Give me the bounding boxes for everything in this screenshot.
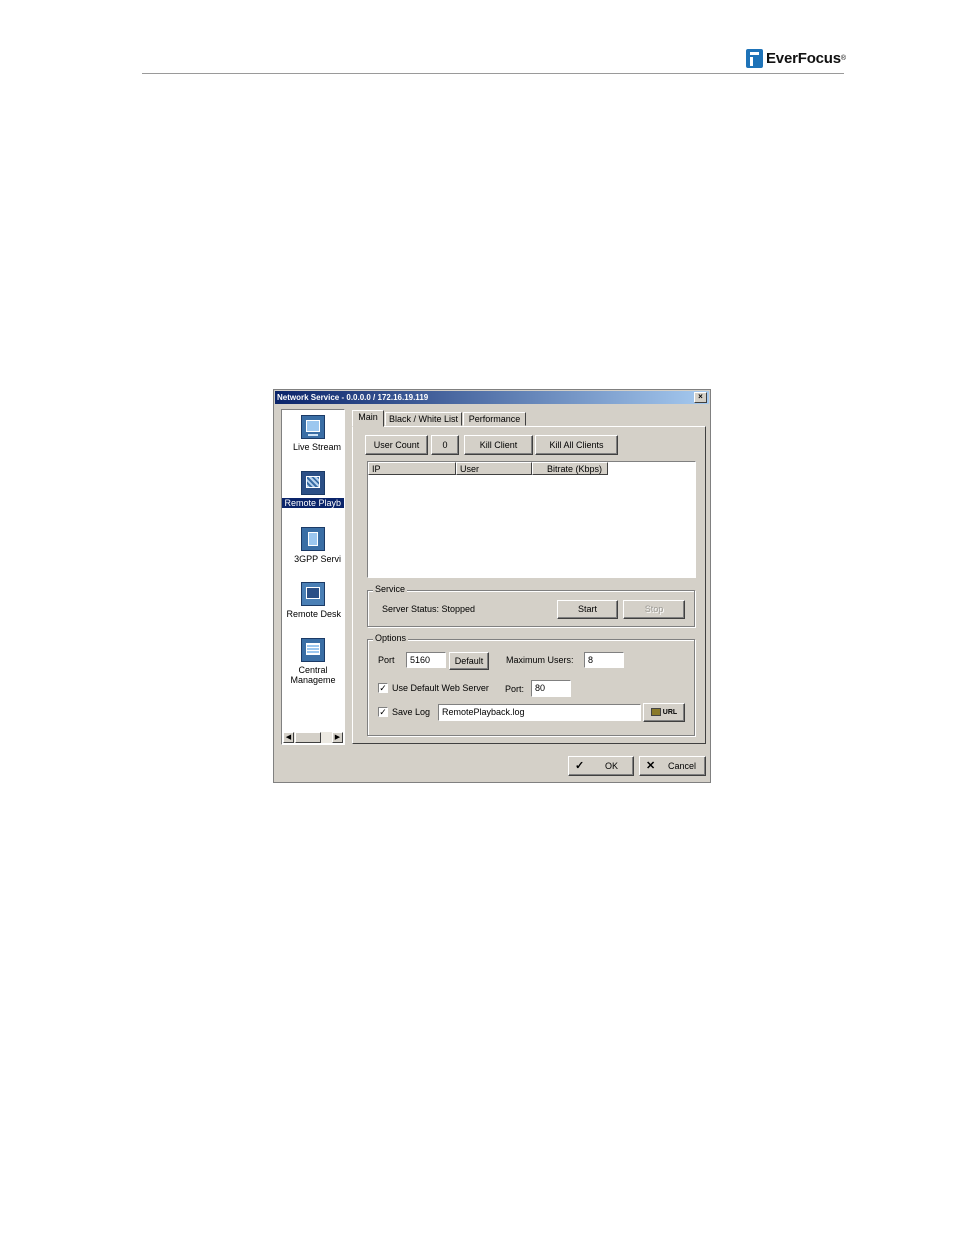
user-count-button[interactable]: User Count bbox=[365, 435, 428, 455]
url-button-label: URL bbox=[662, 709, 678, 716]
user-count-value: 0 bbox=[431, 435, 459, 455]
central-management-icon bbox=[301, 638, 325, 662]
header-divider bbox=[142, 73, 844, 74]
service-group: Service Server Status: Stopped Start Sto… bbox=[367, 584, 695, 627]
service-item-remote-desktop[interactable]: Remote Desk bbox=[282, 582, 344, 619]
column-header-ip[interactable]: IP bbox=[368, 462, 456, 475]
maximum-users-input[interactable]: 8 bbox=[584, 652, 624, 668]
service-item-label: 3GPP Servi bbox=[294, 554, 341, 564]
remote-playback-icon bbox=[301, 471, 325, 495]
save-log-label: Save Log bbox=[392, 707, 431, 717]
use-default-web-server-checkbox[interactable]: ✓ bbox=[378, 683, 388, 693]
ok-button[interactable]: ✓ OK bbox=[568, 756, 634, 776]
horizontal-scrollbar[interactable]: ◀ ▶ bbox=[283, 732, 343, 743]
column-header-bitrate[interactable]: Bitrate (Kbps) bbox=[532, 462, 608, 475]
client-list[interactable]: IP User Bitrate (Kbps) bbox=[367, 461, 696, 578]
service-item-label: Central Manageme bbox=[290, 665, 336, 685]
port-input[interactable]: 5160 bbox=[406, 652, 446, 668]
scroll-thumb[interactable] bbox=[295, 732, 321, 743]
scroll-right-icon[interactable]: ▶ bbox=[332, 732, 343, 743]
service-item-label: Live Stream bbox=[292, 442, 341, 452]
use-default-web-server-label: Use Default Web Server bbox=[392, 683, 489, 693]
service-list[interactable]: Live Stream Remote Playb 3GPP Servi Remo… bbox=[281, 409, 345, 745]
port-label: Port bbox=[378, 655, 395, 665]
service-item-live-stream[interactable]: Live Stream bbox=[282, 415, 344, 452]
save-log-checkbox[interactable]: ✓ bbox=[378, 707, 388, 717]
start-button[interactable]: Start bbox=[557, 600, 618, 619]
options-group: Options Port 5160 Default Maximum Users:… bbox=[367, 633, 695, 736]
cancel-x-icon: ✕ bbox=[646, 760, 656, 772]
service-item-label: Remote Playb bbox=[282, 498, 344, 508]
cancel-button[interactable]: ✕ Cancel bbox=[639, 756, 706, 776]
maximum-users-label: Maximum Users: bbox=[506, 655, 574, 665]
tab-black-white-list[interactable]: Black / White List bbox=[385, 412, 462, 426]
server-status-text: Server Status: Stopped bbox=[382, 604, 476, 614]
3gpp-service-icon bbox=[301, 527, 325, 551]
default-port-button[interactable]: Default bbox=[449, 652, 489, 670]
folder-icon bbox=[650, 708, 661, 717]
service-item-label: Remote Desk bbox=[286, 609, 341, 619]
network-service-window: Network Service - 0.0.0.0 / 172.16.19.11… bbox=[273, 389, 711, 783]
window-titlebar[interactable]: Network Service - 0.0.0.0 / 172.16.19.11… bbox=[275, 391, 709, 404]
url-button[interactable]: URL bbox=[643, 703, 685, 722]
stop-button[interactable]: Stop bbox=[623, 600, 685, 619]
service-item-3gpp-service[interactable]: 3GPP Servi bbox=[282, 527, 344, 564]
check-icon: ✓ bbox=[575, 760, 585, 772]
web-port-label: Port: bbox=[505, 684, 525, 694]
column-header-user[interactable]: User bbox=[456, 462, 532, 475]
close-icon[interactable]: × bbox=[694, 392, 707, 403]
log-file-input[interactable]: RemotePlayback.log bbox=[438, 704, 641, 721]
tab-performance[interactable]: Performance bbox=[463, 412, 526, 426]
brand-name: EverFocus bbox=[766, 49, 841, 67]
remote-desktop-icon bbox=[301, 582, 325, 606]
kill-client-button[interactable]: Kill Client bbox=[464, 435, 533, 455]
window-title: Network Service - 0.0.0.0 / 172.16.19.11… bbox=[277, 393, 429, 402]
options-group-title: Options bbox=[373, 633, 409, 643]
cancel-button-label: Cancel bbox=[668, 761, 697, 771]
tab-main[interactable]: Main bbox=[352, 410, 384, 427]
service-item-remote-playback[interactable]: Remote Playb bbox=[282, 471, 344, 508]
everfocus-logo: EverFocus ® bbox=[746, 47, 846, 69]
service-item-central-management[interactable]: Central Manageme bbox=[282, 638, 344, 685]
web-port-input[interactable]: 80 bbox=[531, 680, 571, 697]
everfocus-logo-icon bbox=[746, 48, 763, 68]
service-group-title: Service bbox=[373, 584, 408, 594]
brand-registered-mark: ® bbox=[840, 54, 847, 62]
scroll-left-icon[interactable]: ◀ bbox=[283, 732, 294, 743]
live-stream-icon bbox=[301, 415, 325, 439]
kill-all-clients-button[interactable]: Kill All Clients bbox=[535, 435, 618, 455]
ok-button-label: OK bbox=[605, 761, 619, 771]
